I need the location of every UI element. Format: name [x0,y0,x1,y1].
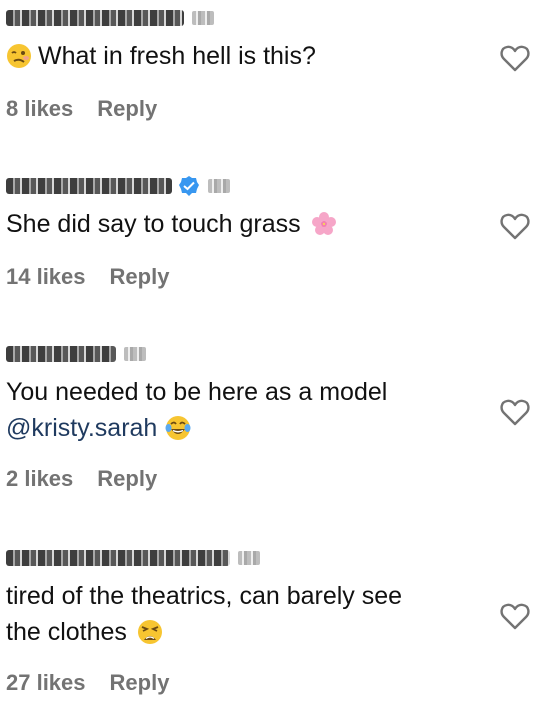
comment-meta: 27 likes Reply [6,670,169,696]
like-heart-icon[interactable] [500,44,530,72]
comment-text-content: What in fresh hell is this? [38,42,316,70]
comment-text-content: She did say to touch grass [6,210,301,238]
verified-badge-icon [179,176,199,196]
username-redacted[interactable] [6,178,172,194]
like-heart-icon[interactable] [500,212,530,240]
comment-text: She did say to touch grass [6,206,486,242]
username-redacted[interactable] [6,550,230,566]
username-row [6,546,260,570]
likes-count[interactable]: 27 likes [6,670,86,696]
like-heart-icon[interactable] [500,602,530,630]
comment-3: You needed to be here as a model @kristy… [0,336,556,516]
cherry-blossom-emoji [311,212,336,235]
like-heart-icon[interactable] [500,398,530,426]
timestamp-redacted [238,551,260,565]
comment-text-line-1: You needed to be here as a model [6,378,388,406]
comment-2: She did say to touch grass 14 likes Repl… [0,168,556,318]
username-redacted[interactable] [6,346,116,362]
comment-text-line-2: the clothes [6,614,486,650]
likes-count[interactable]: 8 likes [6,96,73,122]
reply-button[interactable]: Reply [97,96,157,122]
comment-meta: 8 likes Reply [6,96,157,122]
comment-text: tired of the theatrics, can barely see t… [6,578,486,650]
username-row [6,6,214,30]
timestamp-redacted [208,179,230,193]
comment-1: What in fresh hell is this? 8 likes Repl… [0,0,556,150]
woozy-face-emoji [7,44,31,68]
likes-count[interactable]: 14 likes [6,264,86,290]
mention-link[interactable]: @kristy.sarah [6,414,157,442]
comment-text-content: the clothes [6,618,127,646]
comment-text-line-1: tired of the theatrics, can barely see [6,582,403,610]
comment-meta: 14 likes Reply [6,264,169,290]
timestamp-redacted [124,347,146,361]
timestamp-redacted [192,11,214,25]
comment-meta: 2 likes Reply [6,466,157,492]
reply-button[interactable]: Reply [97,466,157,492]
username-row [6,342,146,366]
comment-4: tired of the theatrics, can barely see t… [0,540,556,716]
reply-button[interactable]: Reply [110,670,170,696]
username-redacted[interactable] [6,10,184,26]
comment-text: What in fresh hell is this? [6,38,486,74]
tears-of-joy-emoji [165,416,191,440]
comment-text: You needed to be here as a model @kristy… [6,374,486,446]
likes-count[interactable]: 2 likes [6,466,73,492]
username-row [6,174,230,198]
weary-face-emoji [137,620,162,644]
reply-button[interactable]: Reply [110,264,170,290]
comment-text-line-2: @kristy.sarah [6,410,486,446]
